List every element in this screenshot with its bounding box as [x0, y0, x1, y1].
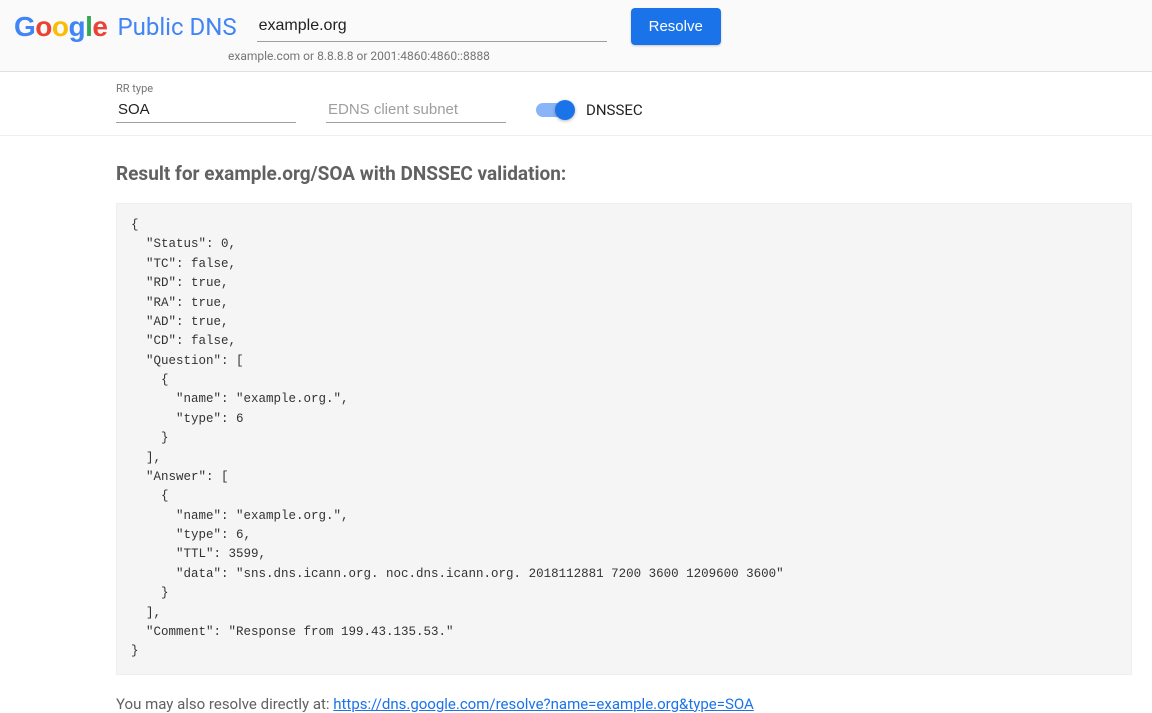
- rr-type-input[interactable]: [116, 97, 296, 123]
- rr-type-label: RR type: [116, 82, 296, 95]
- params-bar: RR type DNSSEC: [0, 72, 1152, 136]
- dnssec-label: DNSSEC: [586, 101, 643, 119]
- result-json: { "Status": 0, "TC": false, "RD": true, …: [116, 203, 1132, 675]
- direct-resolve-prefix: You may also resolve directly at:: [116, 695, 333, 713]
- google-logo: Google: [14, 11, 107, 43]
- edns-field: [326, 82, 506, 123]
- dns-query-input[interactable]: [257, 11, 607, 42]
- direct-resolve-line: You may also resolve directly at: https:…: [116, 695, 1132, 713]
- resolve-button[interactable]: Resolve: [631, 8, 721, 45]
- dnssec-toggle[interactable]: [536, 103, 572, 117]
- edns-label: [326, 82, 506, 95]
- direct-resolve-link[interactable]: https://dns.google.com/resolve?name=exam…: [333, 695, 754, 713]
- top-bar: Google Public DNS Resolve example.com or…: [0, 0, 1152, 72]
- query-hint: example.com or 8.8.8.8 or 2001:4860:4860…: [228, 49, 490, 63]
- result-heading: Result for example.org/SOA with DNSSEC v…: [116, 162, 1132, 185]
- rr-type-field: RR type: [116, 82, 296, 123]
- product-name: Public DNS: [117, 13, 236, 41]
- edns-input[interactable]: [326, 97, 506, 123]
- result-section: Result for example.org/SOA with DNSSEC v…: [116, 136, 1132, 713]
